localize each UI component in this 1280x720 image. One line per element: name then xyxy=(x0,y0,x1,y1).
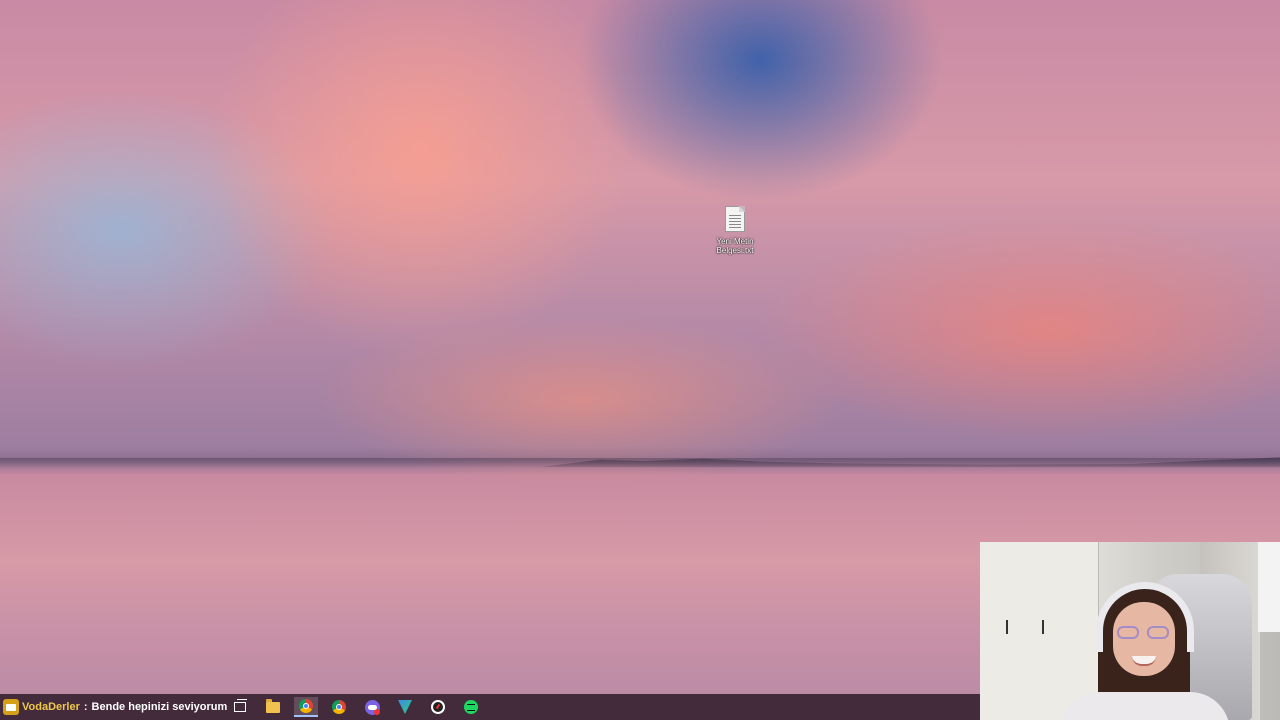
shield-icon xyxy=(398,700,412,714)
task-view-icon xyxy=(234,699,247,712)
chat-badge-icon xyxy=(3,699,19,715)
window xyxy=(1258,542,1280,632)
taskbar-task-view[interactable] xyxy=(228,697,252,717)
taskbar-discord[interactable] xyxy=(360,697,384,717)
spotify-icon xyxy=(464,700,478,714)
discord-icon xyxy=(364,699,380,715)
taskbar-file-explorer[interactable] xyxy=(261,697,285,717)
chrome-icon xyxy=(299,699,313,713)
glasses xyxy=(1117,626,1171,640)
chat-separator: : xyxy=(83,701,88,713)
taskbar-chrome-2[interactable] xyxy=(327,697,351,717)
desktop-icon-label: Yeni Metin Belgesi.txt xyxy=(716,237,754,255)
chat-message-overlay: VodaDerler : Bende hepinizi seviyorum xyxy=(0,697,227,717)
folder-icon xyxy=(266,698,280,713)
text-file-icon xyxy=(725,206,745,232)
taskbar-security-app[interactable] xyxy=(393,697,417,717)
taskbar-spotify[interactable] xyxy=(459,697,483,717)
shirt xyxy=(1060,692,1230,720)
taskbar-performance-monitor[interactable] xyxy=(426,697,450,717)
chat-message: Bende hepinizi seviyorum xyxy=(91,701,228,713)
chrome-icon xyxy=(332,700,346,714)
notification-dot xyxy=(373,708,380,715)
chat-username: VodaDerler xyxy=(22,701,80,713)
gauge-icon xyxy=(431,700,445,714)
cabinet-door xyxy=(980,542,1039,720)
webcam-overlay xyxy=(980,542,1280,720)
desktop-icon-text-file[interactable]: Yeni Metin Belgesi.txt xyxy=(706,206,764,266)
taskbar-chrome[interactable] xyxy=(294,697,318,717)
